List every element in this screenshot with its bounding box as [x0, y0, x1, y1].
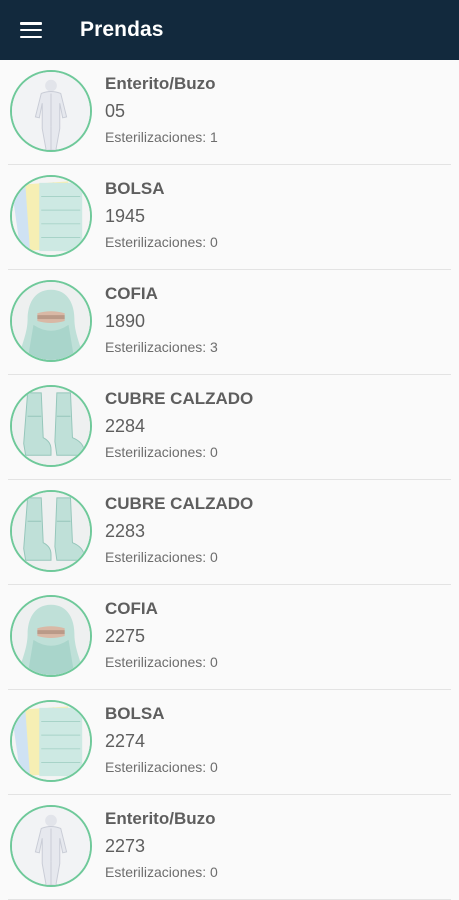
shoe-cover-icon [10, 490, 92, 572]
shoe-cover-icon [10, 385, 92, 467]
garment-info: CUBRE CALZADO 2284 Esterilizaciones: 0 [105, 388, 253, 461]
sterilization-count: Esterilizaciones: 0 [105, 759, 218, 775]
garment-info: Enterito/Buzo 2273 Esterilizaciones: 0 [105, 808, 218, 881]
garment-code: 2275 [105, 626, 146, 646]
garment-code: 2273 [105, 836, 146, 856]
garment-code: 1890 [105, 311, 146, 331]
garment-info: BOLSA 2274 Esterilizaciones: 0 [105, 703, 218, 776]
garment-list-item[interactable]: COFIA 2275 Esterilizaciones: 0 [0, 585, 459, 690]
coverall-icon [10, 805, 92, 887]
garment-list: Enterito/Buzo 05 Esterilizaciones: 1 BOLSA… [0, 60, 459, 900]
garment-info: COFIA 2275 Esterilizaciones: 0 [105, 598, 218, 671]
hood-icon [10, 280, 92, 362]
garment-info: BOLSA 1945 Esterilizaciones: 0 [105, 178, 218, 251]
bag-icon [10, 700, 92, 782]
garment-list-item[interactable]: Enterito/Buzo 2273 Esterilizaciones: 0 [0, 795, 459, 900]
sterilization-count: Esterilizaciones: 0 [105, 654, 218, 670]
app-bar: Prendas [0, 0, 459, 60]
garment-info: COFIA 1890 Esterilizaciones: 3 [105, 283, 218, 356]
sterilization-count: Esterilizaciones: 0 [105, 549, 218, 565]
hood-icon [10, 595, 92, 677]
garment-list-item[interactable]: CUBRE CALZADO 2283 Esterilizaciones: 0 [0, 480, 459, 585]
coverall-icon [10, 70, 92, 152]
garment-name: Enterito/Buzo [105, 74, 216, 93]
garment-name: BOLSA [105, 704, 165, 723]
garment-info: Enterito/Buzo 05 Esterilizaciones: 1 [105, 73, 218, 146]
garment-list-item[interactable]: COFIA 1890 Esterilizaciones: 3 [0, 270, 459, 375]
garment-name: Enterito/Buzo [105, 809, 216, 828]
garment-name: BOLSA [105, 179, 165, 198]
garment-name: CUBRE CALZADO [105, 494, 254, 513]
hamburger-menu-icon[interactable] [20, 22, 42, 38]
garment-name: COFIA [105, 284, 158, 303]
bag-icon [10, 175, 92, 257]
garment-code: 2283 [105, 521, 146, 541]
sterilization-count: Esterilizaciones: 0 [105, 444, 218, 460]
garment-info: CUBRE CALZADO 2283 Esterilizaciones: 0 [105, 493, 253, 566]
garment-code: 05 [105, 101, 126, 121]
garment-list-item[interactable]: CUBRE CALZADO 2284 Esterilizaciones: 0 [0, 375, 459, 480]
sterilization-count: Esterilizaciones: 1 [105, 129, 218, 145]
sterilization-count: Esterilizaciones: 3 [105, 339, 218, 355]
garment-name: CUBRE CALZADO [105, 389, 254, 408]
garment-code: 2274 [105, 731, 146, 751]
garment-name: COFIA [105, 599, 158, 618]
page-title: Prendas [80, 18, 164, 41]
garment-list-item[interactable]: Enterito/Buzo 05 Esterilizaciones: 1 [0, 60, 459, 165]
garment-list-item[interactable]: BOLSA 2274 Esterilizaciones: 0 [0, 690, 459, 795]
garment-code: 2284 [105, 416, 146, 436]
sterilization-count: Esterilizaciones: 0 [105, 234, 218, 250]
garment-list-item[interactable]: BOLSA 1945 Esterilizaciones: 0 [0, 165, 459, 270]
sterilization-count: Esterilizaciones: 0 [105, 864, 218, 880]
garment-code: 1945 [105, 206, 146, 226]
